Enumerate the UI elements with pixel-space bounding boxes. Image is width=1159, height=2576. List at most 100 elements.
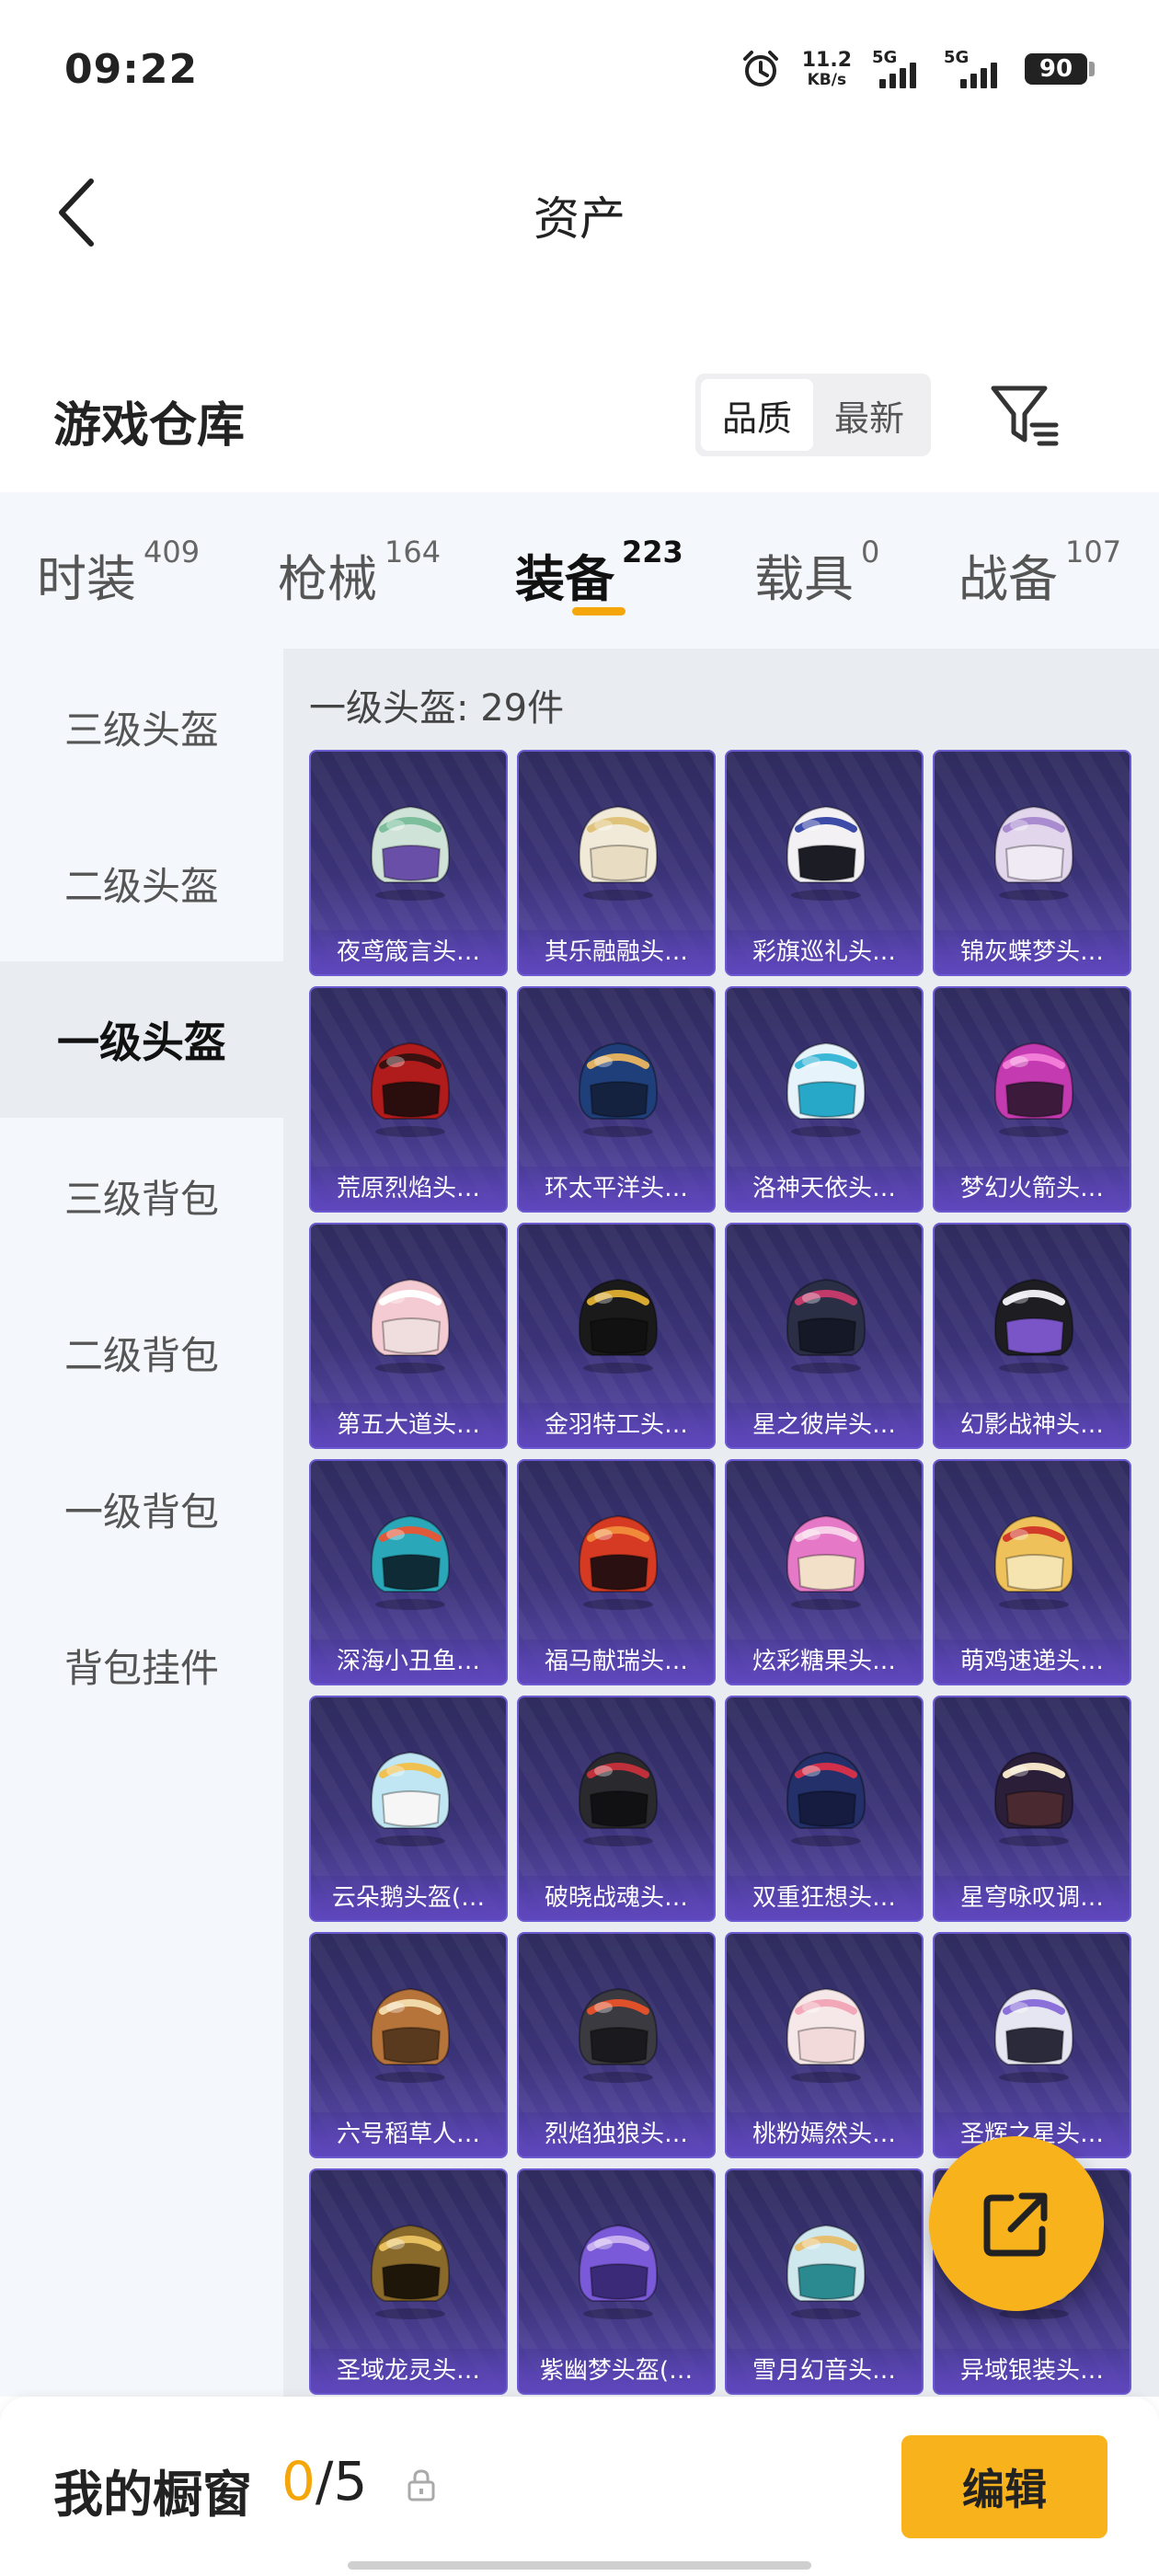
sort-toggle: 品质 最新 (695, 374, 931, 456)
battery-level: 90 (1025, 53, 1087, 85)
item-name: 其乐融融头… (519, 930, 714, 974)
item-name: 荒原烈焰头… (311, 1167, 506, 1211)
sim1-label: 5G (872, 48, 898, 67)
helmet-icon (786, 1041, 866, 1137)
tab-count: 0 (861, 535, 880, 569)
signal-icon-sim1: 5G (872, 48, 924, 88)
item-card[interactable]: 紫幽梦头盔(… (517, 2168, 716, 2395)
sort-by-quality-button[interactable]: 品质 (701, 379, 813, 451)
item-card[interactable]: 圣辉之星头… (933, 1932, 1131, 2158)
item-name: 星穹咏叹调… (935, 1876, 1130, 1920)
item-card[interactable]: 彩旗巡礼头… (725, 750, 924, 976)
filter-icon (991, 385, 1059, 446)
item-name: 深海小丑鱼… (311, 1639, 506, 1684)
status-time: 09:22 (64, 45, 199, 93)
tab-count: 164 (384, 535, 442, 569)
tab-label: 战备 (958, 550, 1058, 608)
sidebar-item-level3-helmet[interactable]: 三级头盔 (0, 649, 283, 805)
helmet-icon (578, 1751, 659, 1846)
item-card[interactable]: 荒原烈焰头… (309, 986, 508, 1213)
home-indicator[interactable] (348, 2561, 811, 2570)
item-card[interactable]: 深海小丑鱼… (309, 1459, 508, 1685)
item-name: 雪月幻音头… (727, 2349, 922, 2393)
share-external-icon (983, 2192, 1048, 2257)
item-card[interactable]: 烈焰独狼头… (517, 1932, 716, 2158)
helmet-icon (786, 805, 866, 901)
sort-by-newest-button[interactable]: 最新 (813, 379, 925, 451)
filter-button[interactable] (988, 379, 1061, 453)
sidebar-item-level3-backpack[interactable]: 三级背包 (0, 1118, 283, 1274)
item-card[interactable]: 桃粉嫣然头… (725, 1932, 924, 2158)
sidebar-item-level2-helmet[interactable]: 二级头盔 (0, 805, 283, 961)
category-tabs: 时装 409 枪械 164 装备 223 载具 0 战备 107 (0, 492, 1159, 649)
showcase-count-current: 0 (281, 2450, 316, 2513)
helmet-icon (993, 1987, 1074, 2083)
showcase-bar: 我的橱窗 0/5 编辑 (0, 2397, 1159, 2576)
tab-firearms[interactable]: 枪械 164 (278, 535, 442, 611)
helmet-icon (578, 1278, 659, 1374)
active-tab-indicator (572, 607, 625, 615)
helmet-icon (786, 1514, 866, 1610)
helmet-icon (993, 1751, 1074, 1846)
item-name: 福马献瑞头… (519, 1639, 714, 1684)
item-card[interactable]: 幻影战神头… (933, 1223, 1131, 1449)
item-name: 炫彩糖果头… (727, 1639, 922, 1684)
sidebar-item-level1-helmet[interactable]: 一级头盔 (0, 961, 283, 1118)
alarm-icon (742, 51, 778, 86)
item-card[interactable]: 锦灰蝶梦头… (933, 750, 1131, 976)
tab-supplies[interactable]: 战备 107 (958, 535, 1121, 611)
helmet-icon (786, 1987, 866, 2083)
item-card[interactable]: 梦幻火箭头… (933, 986, 1131, 1213)
item-card[interactable]: 双重狂想头… (725, 1696, 924, 1922)
item-card[interactable]: 萌鸡速递头… (933, 1459, 1131, 1685)
item-card[interactable]: 圣域龙灵头… (309, 2168, 508, 2395)
helmet-icon (993, 1514, 1074, 1610)
edit-button[interactable]: 编辑 (901, 2435, 1107, 2538)
tab-count: 223 (622, 535, 683, 569)
tab-fashion[interactable]: 时装 409 (37, 535, 201, 611)
item-card[interactable]: 洛神天依头… (725, 986, 924, 1213)
sidebar-item-backpack-charm[interactable]: 背包挂件 (0, 1587, 283, 1743)
item-name: 紫幽梦头盔(… (519, 2349, 714, 2393)
item-name: 锦灰蝶梦头… (935, 930, 1130, 974)
item-card[interactable]: 炫彩糖果头… (725, 1459, 924, 1685)
helmet-icon (578, 805, 659, 901)
tab-equipment[interactable]: 装备 223 (515, 535, 683, 611)
item-name: 梦幻火箭头… (935, 1167, 1130, 1211)
item-card[interactable]: 云朵鹅头盔(… (309, 1696, 508, 1922)
tab-vehicles[interactable]: 载具 0 (754, 535, 880, 611)
page-title: 资产 (534, 192, 625, 246)
item-name: 破晓战魂头… (519, 1876, 714, 1920)
helmet-icon (786, 2224, 866, 2319)
network-speed-unit: KB/s (807, 70, 847, 89)
tab-count: 409 (143, 535, 201, 569)
item-name: 六号稻草人… (311, 2112, 506, 2156)
item-panel: 一级头盔: 29件 夜鸢箴言头… 其乐融融头… 彩旗巡礼头… 锦灰蝶梦头… 荒原烈焰头…… (283, 649, 1159, 2397)
share-button[interactable] (929, 2136, 1104, 2311)
item-name: 异域银装头… (935, 2349, 1130, 2393)
item-card[interactable]: 星之彼岸头… (725, 1223, 924, 1449)
item-card[interactable]: 星穹咏叹调… (933, 1696, 1131, 1922)
network-speed: 11.2 KB/s (802, 50, 852, 89)
item-card[interactable]: 金羽特工头… (517, 1223, 716, 1449)
sidebar: 三级头盔 二级头盔 一级头盔 三级背包 二级背包 一级背包 背包挂件 (0, 649, 283, 2397)
sidebar-item-level1-backpack[interactable]: 一级背包 (0, 1431, 283, 1587)
item-card[interactable]: 其乐融融头… (517, 750, 716, 976)
item-card[interactable]: 雪月幻音头… (725, 2168, 924, 2395)
battery-icon: 90 (1025, 53, 1095, 85)
item-card[interactable]: 第五大道头… (309, 1223, 508, 1449)
tab-label: 载具 (754, 550, 854, 608)
item-card[interactable]: 福马献瑞头… (517, 1459, 716, 1685)
tab-label: 枪械 (278, 550, 377, 608)
item-name: 星之彼岸头… (727, 1403, 922, 1447)
item-name: 幻影战神头… (935, 1403, 1130, 1447)
item-card[interactable]: 夜鸢箴言头… (309, 750, 508, 976)
helmet-icon (993, 1041, 1074, 1137)
sidebar-item-level2-backpack[interactable]: 二级背包 (0, 1274, 283, 1431)
item-card[interactable]: 环太平洋头… (517, 986, 716, 1213)
item-card[interactable]: 六号稻草人… (309, 1932, 508, 2158)
item-name: 环太平洋头… (519, 1167, 714, 1211)
tab-label: 装备 (515, 550, 614, 608)
helmet-icon (370, 2224, 451, 2319)
item-card[interactable]: 破晓战魂头… (517, 1696, 716, 1922)
